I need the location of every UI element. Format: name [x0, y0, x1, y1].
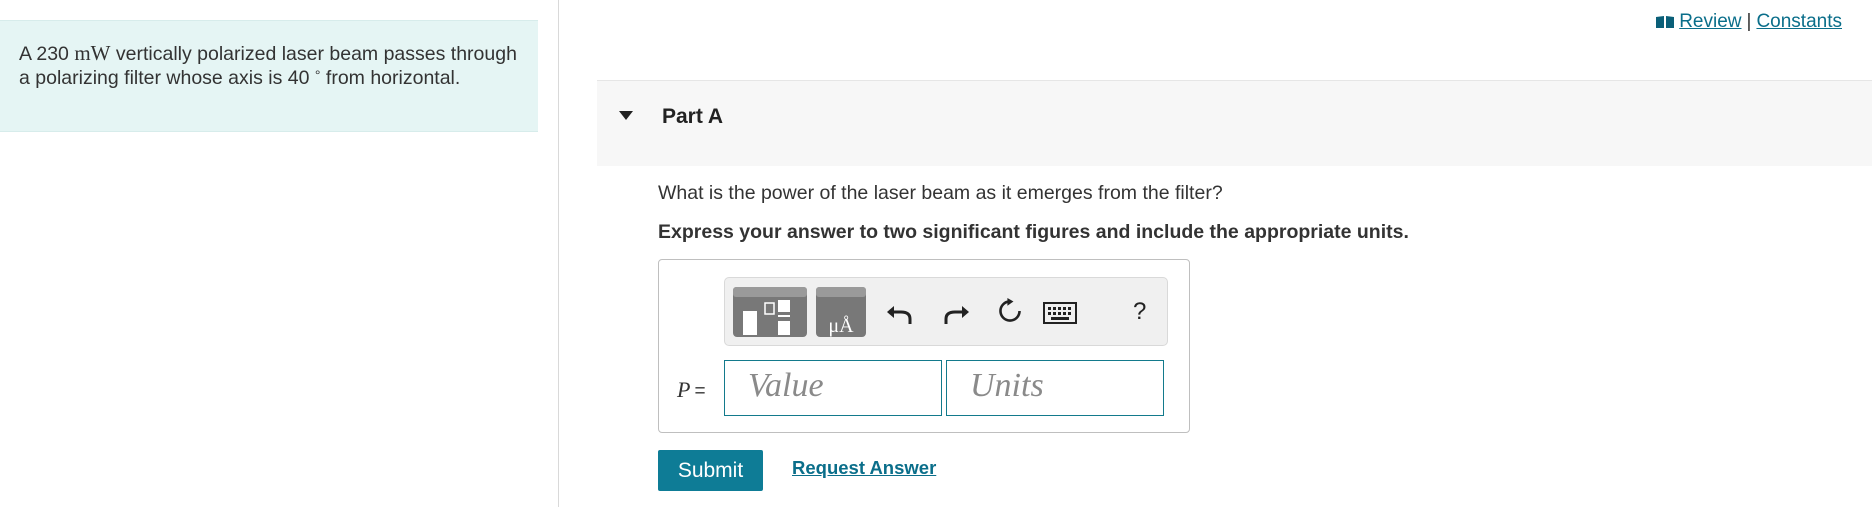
- part-title: Part A: [662, 105, 724, 128]
- units-button[interactable]: μÅ: [816, 287, 866, 337]
- book-icon: [1656, 16, 1675, 28]
- units-glyph: μÅ: [828, 315, 854, 337]
- power-unit: mW: [74, 41, 111, 65]
- reset-icon[interactable]: [995, 298, 1025, 324]
- answer-box: μÅ ? P = Value Units: [658, 259, 1190, 433]
- instruction-text: Express your answer to two significant f…: [658, 221, 1409, 243]
- review-link[interactable]: Review: [1679, 11, 1741, 33]
- value-input[interactable]: Value: [724, 360, 942, 416]
- undo-icon[interactable]: [885, 300, 915, 326]
- keyboard-icon[interactable]: [1043, 302, 1077, 324]
- problem-statement: A 230 mW vertically polarized laser beam…: [0, 20, 538, 132]
- constants-link[interactable]: Constants: [1756, 11, 1842, 33]
- variable-label: P =: [677, 377, 706, 403]
- units-input[interactable]: Units: [946, 360, 1164, 416]
- math-toolbar: μÅ ?: [724, 277, 1168, 346]
- resource-links: Review | Constants: [1655, 11, 1842, 33]
- redo-icon[interactable]: [941, 300, 971, 326]
- templates-icon: [733, 287, 807, 335]
- equals-sign: =: [694, 381, 706, 402]
- degree-symbol: °: [314, 67, 321, 83]
- variable-symbol: P: [677, 377, 691, 402]
- problem-text-end: from horizontal.: [320, 67, 461, 89]
- units-icon: μÅ: [816, 287, 866, 337]
- problem-text-start: A 230: [19, 43, 75, 65]
- part-header[interactable]: Part A: [597, 80, 1872, 166]
- submit-button[interactable]: Submit: [658, 450, 763, 491]
- problem-panel: A 230 mW vertically polarized laser beam…: [0, 0, 559, 507]
- help-icon[interactable]: ?: [1133, 298, 1146, 326]
- question-text: What is the power of the laser beam as i…: [658, 182, 1223, 204]
- caret-down-icon[interactable]: [619, 111, 633, 120]
- templates-button[interactable]: [733, 287, 807, 337]
- request-answer-link[interactable]: Request Answer: [792, 457, 936, 479]
- link-separator: |: [1746, 11, 1752, 32]
